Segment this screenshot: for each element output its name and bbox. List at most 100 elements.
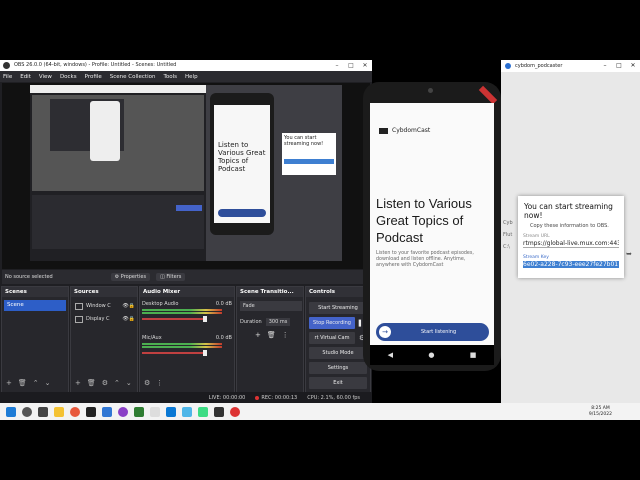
home-icon[interactable]: ● xyxy=(428,351,434,359)
scenes-dock: Scenes Scene + 🗑 ⌃ ⌄ xyxy=(1,286,69,403)
volume-meter xyxy=(142,312,222,314)
stream-key-label: Stream Key xyxy=(523,255,549,260)
arrow-right-icon: → xyxy=(379,326,391,338)
duration-input[interactable]: 300 ms xyxy=(265,318,291,326)
app-name: CybdomCast xyxy=(392,127,431,134)
preview-dialog: You can start streaming now! xyxy=(282,133,336,175)
add-scene-icon[interactable]: + xyxy=(6,379,12,387)
obs-taskbar-icon[interactable] xyxy=(86,406,96,417)
file-explorer-icon[interactable] xyxy=(54,406,64,417)
menu-scene-collection[interactable]: Scene Collection xyxy=(110,74,156,80)
dialog-subtitle: Copy these information to OBS. xyxy=(530,223,609,229)
move-up-icon[interactable]: ⌃ xyxy=(33,379,39,387)
windows-taskbar: 8:25 AM 9/15/2022 xyxy=(0,403,640,420)
more-options-icon[interactable]: ⋮ xyxy=(156,379,163,387)
photos-icon[interactable] xyxy=(150,406,160,417)
lock-icon[interactable]: 🔒 xyxy=(129,303,135,309)
remove-scene-icon[interactable]: 🗑 xyxy=(18,379,27,387)
obs-title-text: OBS 26.0.0 (64-bit, windows) - Profile: … xyxy=(14,62,177,68)
settings-button[interactable]: Settings xyxy=(309,362,367,374)
controls-dock: Controls Start Streaming Stop Recording … xyxy=(305,286,371,403)
maximize-icon[interactable]: □ xyxy=(344,60,358,71)
scenes-header: Scenes xyxy=(2,287,68,297)
phone-screen[interactable]: CybdomCast Listen to Various Great Topic… xyxy=(370,103,494,345)
android-nav-bar: ◀ ● ■ xyxy=(370,345,494,365)
audio-settings-icon[interactable]: ⚙ xyxy=(144,379,150,387)
scene-item[interactable]: Scene xyxy=(4,300,66,311)
no-source-selected-text: No source selected xyxy=(5,274,53,280)
menu-docks[interactable]: Docks xyxy=(60,74,77,80)
minimize-icon[interactable]: – xyxy=(598,60,612,72)
headline: Listen to Various Great Topics of Podcas… xyxy=(376,196,472,245)
menu-profile[interactable]: Profile xyxy=(85,74,102,80)
recents-icon[interactable]: ■ xyxy=(470,351,477,359)
close-icon[interactable]: ✕ xyxy=(358,60,372,71)
window-capture-icon xyxy=(75,302,83,310)
menu-view[interactable]: View xyxy=(39,74,52,80)
submit-arrow-icon[interactable]: ➥ xyxy=(626,250,632,258)
preview-capture: Listen to Various Great Topics of Podcas… xyxy=(30,85,342,261)
move-up-icon[interactable]: ⌃ xyxy=(114,379,120,387)
cpu-status: CPU: 2.1%, 60.00 fps xyxy=(307,394,360,401)
edge-icon[interactable] xyxy=(102,406,112,417)
menu-tools[interactable]: Tools xyxy=(163,74,177,80)
app-header: CybdomCast xyxy=(379,127,430,134)
studio-mode-button[interactable]: Studio Mode xyxy=(309,347,367,359)
start-streaming-button[interactable]: Start Streaming xyxy=(309,302,367,314)
remove-source-icon[interactable]: 🗑 xyxy=(87,379,96,387)
cybdom-title-bar: cybdom_podcaster – □ ✕ xyxy=(501,60,640,72)
start-listening-button[interactable]: → Start listening xyxy=(376,323,489,341)
duration-label: Duration xyxy=(240,319,262,325)
properties-button[interactable]: ⚙ Properties xyxy=(110,273,151,281)
more-options-icon[interactable]: ⋮ xyxy=(282,331,289,339)
flutter-icon[interactable] xyxy=(182,406,192,417)
camera-icon xyxy=(428,88,433,93)
start-virtual-cam-button[interactable]: rt Virtual Cam xyxy=(309,332,355,344)
terminal-icon[interactable] xyxy=(214,406,224,417)
exit-button[interactable]: Exit xyxy=(309,377,367,389)
close-icon[interactable]: ✕ xyxy=(626,60,640,72)
transition-select[interactable]: Fade xyxy=(240,301,302,311)
vscode-icon[interactable] xyxy=(166,406,176,417)
move-down-icon[interactable]: ⌄ xyxy=(45,379,51,387)
volume-slider[interactable] xyxy=(142,350,207,356)
stop-recording-button[interactable]: Stop Recording xyxy=(309,317,355,329)
volume-meter xyxy=(142,343,222,345)
minimize-icon[interactable]: – xyxy=(330,60,344,71)
recorder-icon[interactable] xyxy=(230,406,240,417)
obs-title-bar: OBS 26.0.0 (64-bit, windows) - Profile: … xyxy=(0,60,372,71)
search-icon[interactable] xyxy=(22,406,32,417)
chrome-icon[interactable] xyxy=(70,406,80,417)
mixer-channel-desktop: Desktop Audio 0.0 dB xyxy=(142,301,232,322)
stream-url-field[interactable]: rtmps://global-live.mux.com:443/ xyxy=(523,240,619,248)
back-icon[interactable]: ◀ xyxy=(388,351,393,359)
stream-key-field[interactable]: 6e02-a228-7c93-eee27fe27b01 xyxy=(523,261,619,268)
move-down-icon[interactable]: ⌄ xyxy=(126,379,132,387)
maximize-icon[interactable]: □ xyxy=(612,60,626,72)
preview-obs-nested xyxy=(30,85,206,261)
add-transition-icon[interactable]: + xyxy=(255,331,261,339)
filters-button[interactable]: ◫ Filters xyxy=(156,273,186,281)
source-settings-icon[interactable]: ⚙ xyxy=(102,379,108,387)
source-item[interactable]: Window C 👁 🔒 xyxy=(75,301,135,311)
menu-help[interactable]: Help xyxy=(185,74,198,80)
mail-icon[interactable] xyxy=(134,406,144,417)
start-icon[interactable] xyxy=(6,406,16,417)
menu-edit[interactable]: Edit xyxy=(20,74,31,80)
scene-transitions-header: Scene Transitio... xyxy=(237,287,303,297)
add-source-icon[interactable]: + xyxy=(75,379,81,387)
lock-icon[interactable]: 🔒 xyxy=(129,316,135,322)
source-item[interactable]: Display C 👁 🔒 xyxy=(75,314,135,324)
live-status: LIVE: 00:00:00 xyxy=(208,394,246,401)
dialog-title: You can start streaming now! xyxy=(524,202,613,220)
obs-preview-canvas[interactable]: Listen to Various Great Topics of Podcas… xyxy=(2,83,370,269)
store-icon[interactable] xyxy=(118,406,128,417)
remove-transition-icon[interactable]: 🗑 xyxy=(267,331,276,339)
volume-slider[interactable] xyxy=(142,316,207,322)
clock[interactable]: 8:25 AM 9/15/2022 xyxy=(589,406,612,418)
android-studio-icon[interactable] xyxy=(198,406,208,417)
sources-header: Sources xyxy=(71,287,137,297)
menu-file[interactable]: File xyxy=(3,74,12,80)
task-view-icon[interactable] xyxy=(38,406,48,417)
audio-mixer-dock: Audio Mixer Desktop Audio 0.0 dB Mic/Aux 0… xyxy=(139,286,235,403)
